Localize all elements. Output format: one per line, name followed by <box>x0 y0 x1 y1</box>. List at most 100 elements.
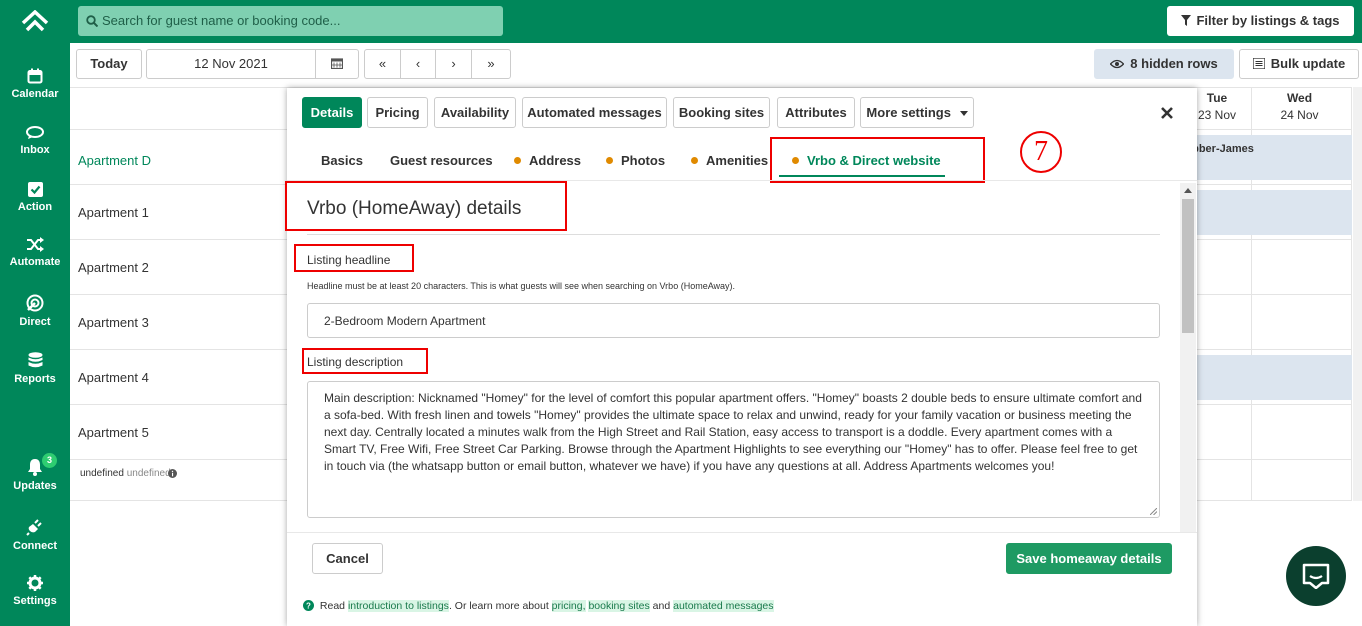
comma-text: , <box>582 600 586 612</box>
day-header-tue: Tue 23 Nov <box>1197 91 1237 122</box>
sidebar: Calendar Inbox Action Automate Direct Re… <box>0 0 70 626</box>
description-value: Main description: Nicknamed "Homey" for … <box>324 391 1142 473</box>
tab-automated-messages[interactable]: Automated messages <box>522 97 667 128</box>
listing-name[interactable]: Apartment 5 <box>78 425 149 440</box>
caret-down-icon <box>959 111 968 116</box>
filter-icon <box>1181 15 1192 26</box>
plug-icon <box>26 519 42 536</box>
grid-scrollbar[interactable] <box>1353 87 1362 501</box>
sidebar-item-calendar[interactable]: Calendar <box>0 68 70 100</box>
chat-widget-button[interactable] <box>1286 546 1346 606</box>
sidebar-item-updates[interactable]: 3 Updates <box>0 453 70 492</box>
intro-link[interactable]: introduction to listings <box>347 600 449 612</box>
subtab-photos[interactable]: Photos <box>606 153 665 168</box>
list-icon <box>1252 57 1266 70</box>
listing-name[interactable]: Apartment 3 <box>78 315 149 330</box>
subtab-amenities[interactable]: Amenities <box>691 153 768 168</box>
subtab-label: Address <box>529 153 582 168</box>
hidden-rows-button[interactable]: 8 hidden rows <box>1094 49 1234 79</box>
help-circle-icon: ? <box>303 600 314 611</box>
top-bar: Search for guest name or booking code...… <box>70 0 1362 43</box>
checkbox-icon <box>27 182 43 197</box>
booking-sites-link[interactable]: booking sites <box>588 600 650 612</box>
date-field[interactable]: 12 Nov 2021 <box>146 49 316 79</box>
calendar-icon <box>330 58 344 70</box>
info-icon[interactable] <box>168 469 177 478</box>
booking-bar[interactable]: ebber-James <box>1180 135 1352 180</box>
annotation-highlight-box <box>294 244 414 272</box>
today-button[interactable]: Today <box>76 49 142 79</box>
sidebar-item-action[interactable]: Action <box>0 182 70 213</box>
tab-more-settings[interactable]: More settings <box>860 97 974 128</box>
sidebar-item-automate[interactable]: Automate <box>0 237 70 268</box>
sidebar-item-settings[interactable]: Settings <box>0 575 70 607</box>
sidebar-item-label: Action <box>17 201 53 213</box>
calendar-toolbar: Today 12 Nov 2021 « ‹ › » 8 hidden rows … <box>70 43 1362 87</box>
sidebar-item-label: Automate <box>9 256 61 268</box>
search-icon <box>86 15 98 27</box>
sidebar-item-label: Updates <box>13 480 57 492</box>
calendar-icon <box>27 68 43 84</box>
booking-bar[interactable] <box>1180 190 1352 235</box>
prev-button[interactable]: ‹ <box>400 49 436 79</box>
sidebar-item-reports[interactable]: Reports <box>0 352 70 385</box>
search-placeholder: Search for guest name or booking code... <box>102 13 341 28</box>
listing-name[interactable]: Apartment 1 <box>78 205 149 220</box>
last-page-button[interactable]: » <box>471 49 511 79</box>
bulk-update-button[interactable]: Bulk update <box>1239 49 1359 79</box>
booking-bar[interactable] <box>1180 355 1352 400</box>
logo-icon[interactable] <box>21 10 49 36</box>
undefined-text: undefined <box>126 468 171 479</box>
sidebar-item-direct[interactable]: Direct <box>0 294 70 328</box>
sidebar-item-connect[interactable]: Connect <box>0 518 70 552</box>
sidebar-item-label: Inbox <box>20 144 50 156</box>
incomplete-dot <box>691 157 698 164</box>
tab-availability[interactable]: Availability <box>434 97 516 128</box>
sidebar-item-label: Calendar <box>11 88 59 100</box>
headline-input[interactable]: 2-Bedroom Modern Apartment <box>307 303 1160 338</box>
listing-name[interactable]: Apartment 2 <box>78 260 149 275</box>
tab-pricing[interactable]: Pricing <box>367 97 428 128</box>
subtab-label: Photos <box>621 153 666 168</box>
tab-booking-sites[interactable]: Booking sites <box>673 97 770 128</box>
subtab-basics[interactable]: Basics <box>321 153 363 168</box>
updates-count-badge: 3 <box>42 453 57 468</box>
first-page-button[interactable]: « <box>364 49 401 79</box>
day-date: 24 Nov <box>1280 108 1319 122</box>
save-homeaway-button[interactable]: Save homeaway details <box>1006 543 1172 574</box>
day-of-week: Wed <box>1286 91 1313 105</box>
filter-listings-button[interactable]: Filter by listings & tags <box>1167 6 1354 36</box>
cancel-button[interactable]: Cancel <box>312 543 383 574</box>
bulk-update-label: Bulk update <box>1270 56 1346 71</box>
tab-attributes[interactable]: Attributes <box>777 97 855 128</box>
gear-icon <box>27 575 43 591</box>
svg-text:?: ? <box>306 602 311 611</box>
subtab-address[interactable]: Address <box>514 153 581 168</box>
scroll-up-arrow-icon[interactable] <box>1184 188 1192 193</box>
search-input[interactable]: Search for guest name or booking code... <box>78 6 503 36</box>
sidebar-item-label: Reports <box>14 373 56 385</box>
headline-value: 2-Bedroom Modern Apartment <box>324 314 486 328</box>
listing-name[interactable]: Apartment 4 <box>78 370 149 385</box>
description-textarea[interactable]: Main description: Nicknamed "Homey" for … <box>307 381 1160 518</box>
next-button[interactable]: › <box>435 49 472 79</box>
sidebar-item-label: Settings <box>13 595 57 607</box>
date-picker-button[interactable] <box>315 49 359 79</box>
close-icon[interactable] <box>1161 107 1173 119</box>
annotation-highlight-box <box>770 137 985 183</box>
sidebar-item-inbox[interactable]: Inbox <box>0 126 70 156</box>
help-footer: ? Read introduction to listings. Or lear… <box>303 600 774 612</box>
filter-label: Filter by listings & tags <box>1196 13 1340 28</box>
headline-help-text: Headline must be at least 20 characters.… <box>307 281 736 291</box>
automated-messages-link[interactable]: automated messages <box>673 600 774 612</box>
subtab-guest-resources[interactable]: Guest resources <box>390 153 493 168</box>
listing-name[interactable]: Apartment D <box>78 153 151 168</box>
scroll-thumb[interactable] <box>1182 199 1194 333</box>
tab-details[interactable]: Details <box>302 97 362 128</box>
day-header-wed: Wed 24 Nov <box>1252 91 1347 122</box>
database-icon <box>28 352 42 368</box>
resize-handle-icon[interactable] <box>1150 508 1157 515</box>
chat-icon <box>26 126 44 139</box>
pricing-link[interactable]: pricing <box>551 600 583 612</box>
modal-scrollbar[interactable] <box>1180 183 1196 533</box>
